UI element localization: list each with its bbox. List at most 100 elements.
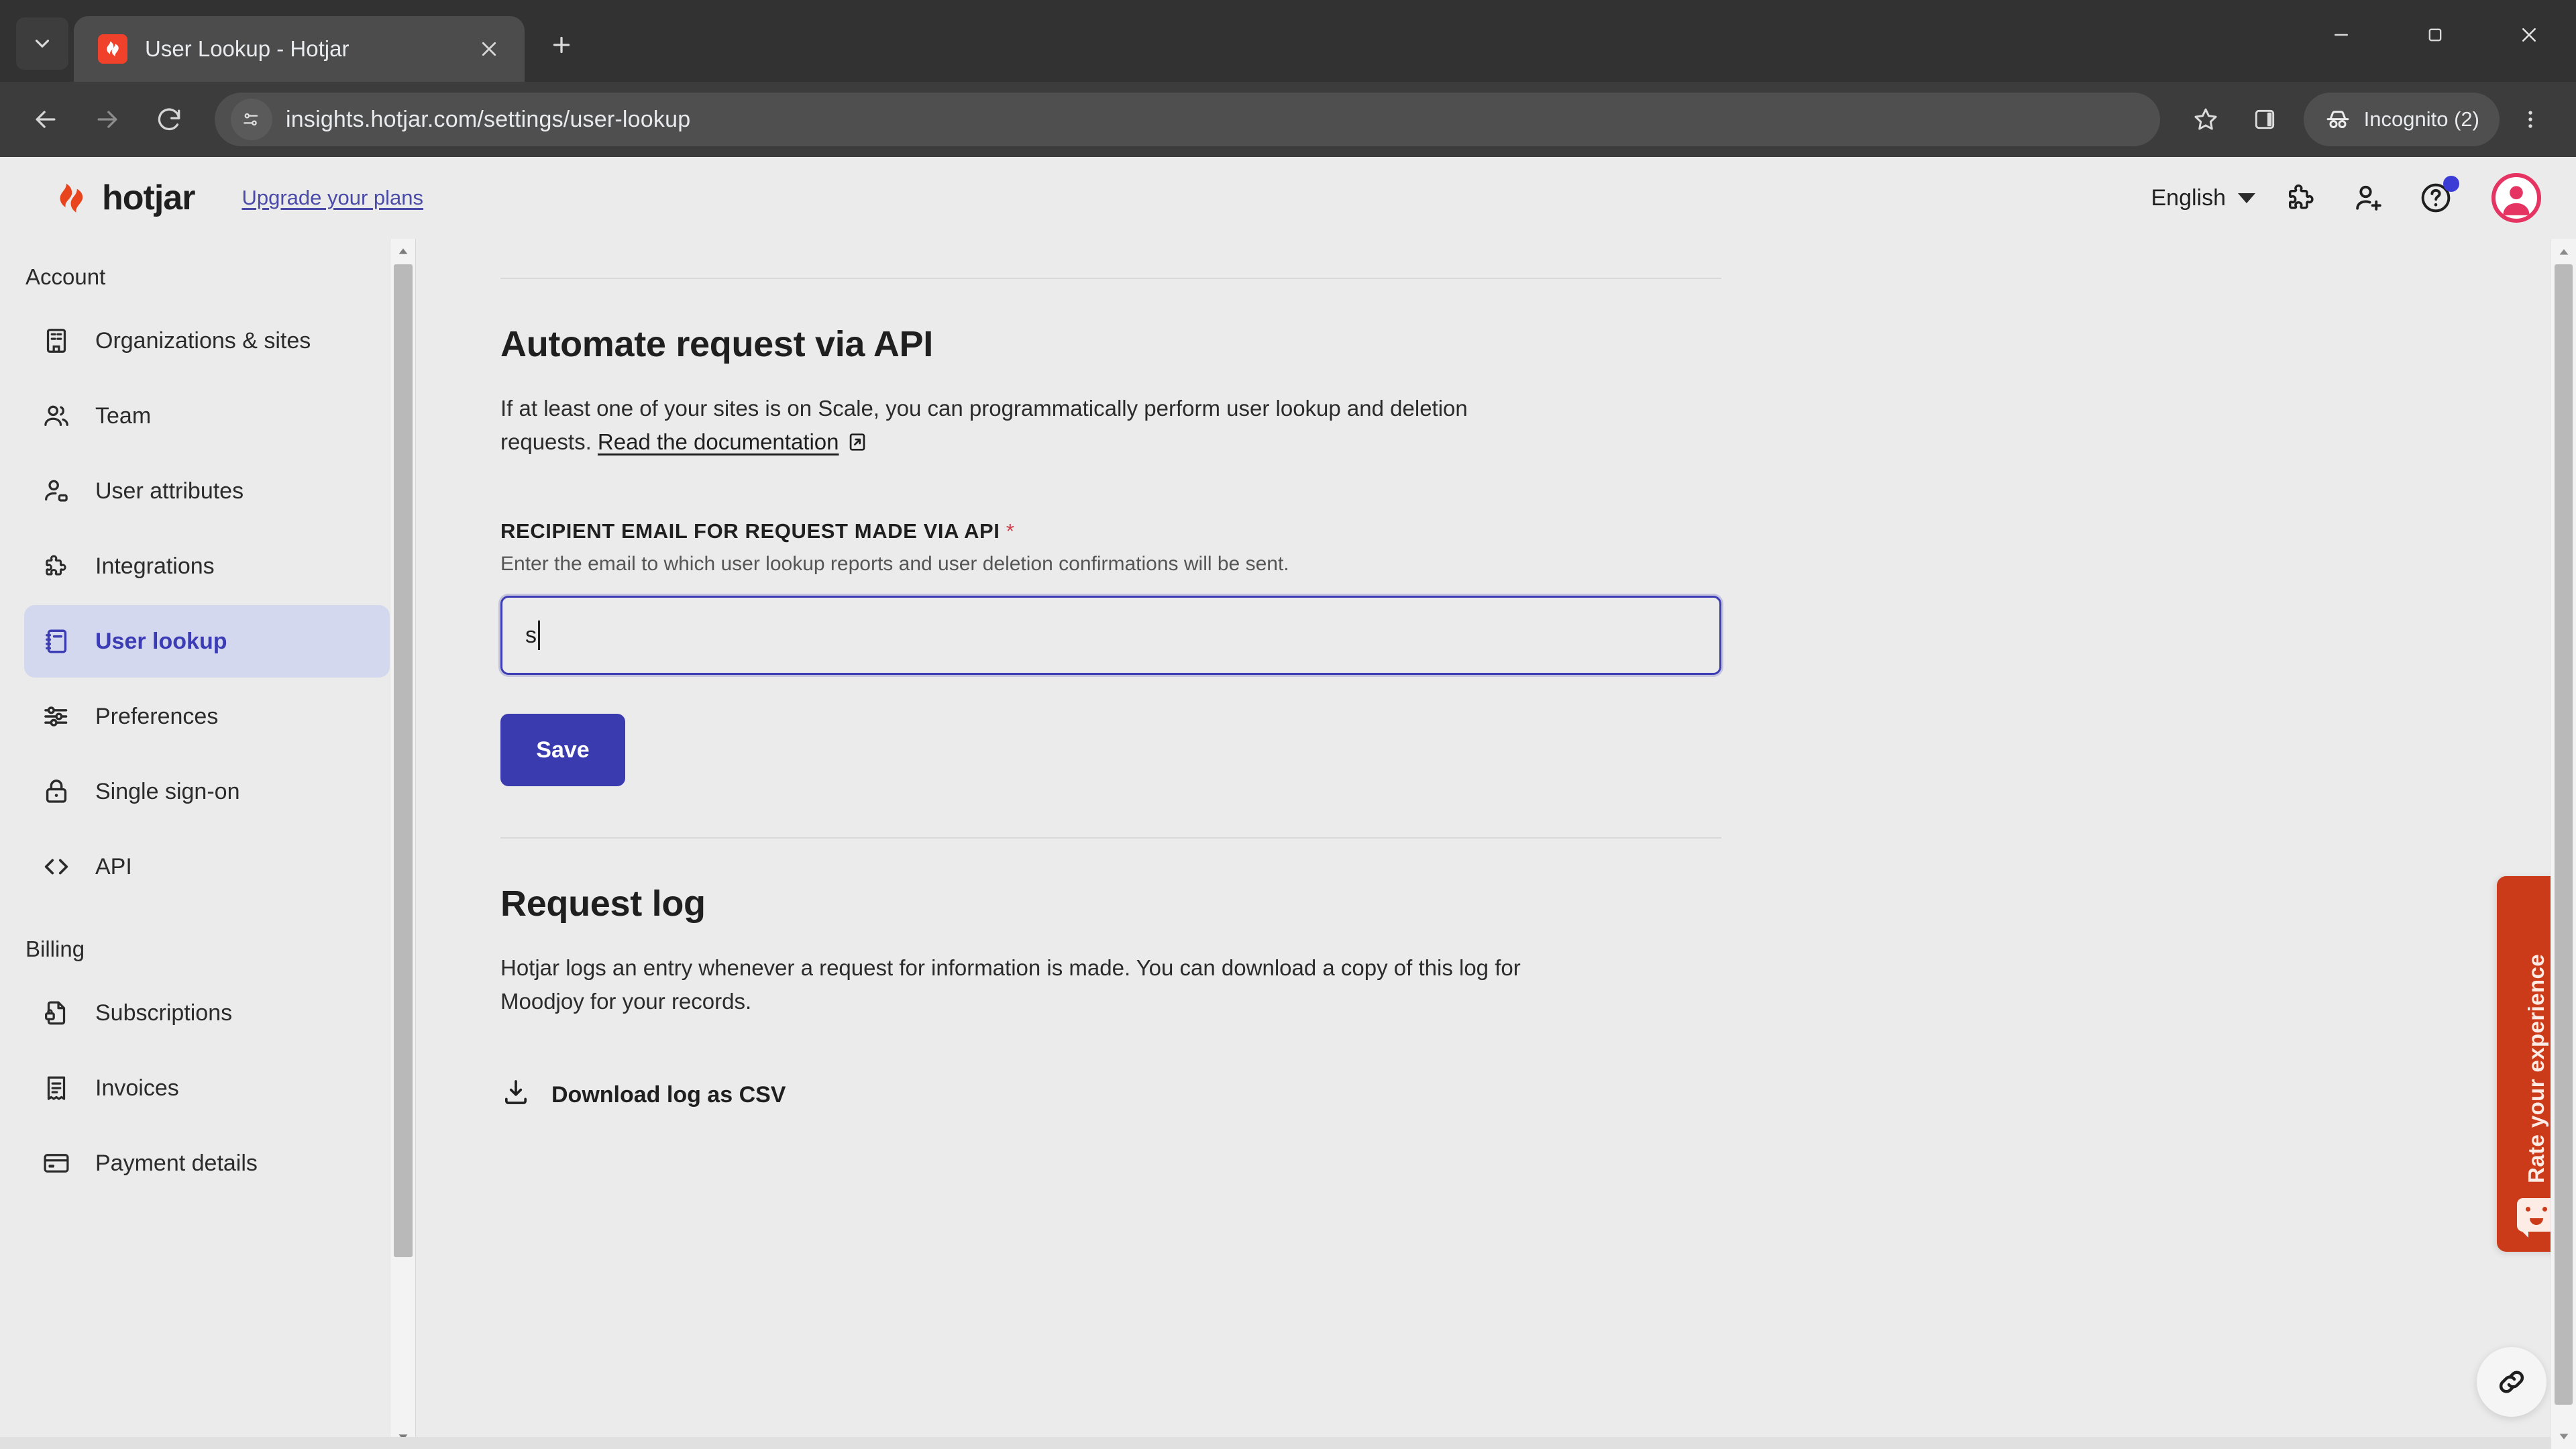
page-scroll-down-button[interactable] [2551,1424,2576,1449]
section-divider-top [500,278,1721,279]
building-icon [40,325,72,357]
sidebar-item-payment-details[interactable]: Payment details [24,1127,390,1199]
sidebar-item-integrations[interactable]: Integrations [24,530,390,602]
page-body: Account Organizations & sites Team User … [0,239,2576,1449]
app-header-right: English [2151,173,2541,223]
language-label: English [2151,184,2226,211]
email-field-label-text: RECIPIENT EMAIL FOR REQUEST MADE VIA API [500,519,1000,543]
extensions-button[interactable] [2281,177,2322,219]
sidebar-scroll-thumb[interactable] [394,264,413,1257]
sliders-icon [40,700,72,733]
hotjar-logo-glyph [107,41,119,57]
sidebar-item-label: Invoices [95,1075,179,1101]
required-marker: * [1006,519,1015,543]
people-icon [40,400,72,432]
toolbar-right: Incognito (2) [2178,91,2559,148]
page-scroll-thumb[interactable] [2555,264,2573,1405]
download-log-csv-button[interactable]: Download log as CSV [500,1077,1892,1114]
browser-menu-button[interactable] [2502,91,2559,148]
incognito-label: Incognito (2) [2363,107,2479,131]
sidebar-item-user-lookup[interactable]: User lookup [24,605,390,678]
avatar[interactable] [2491,173,2541,223]
text-cursor [538,621,540,651]
forward-button[interactable] [79,91,136,148]
incognito-icon [2326,111,2349,129]
sidebar-item-label: Single sign-on [95,778,240,804]
email-field-help: Enter the email to which user lookup rep… [500,553,1289,576]
hotjar-logo[interactable]: hotjar [52,178,195,218]
document-lock-icon [40,997,72,1029]
sidebar-item-api[interactable]: API [24,830,390,903]
browser-window: User Lookup - Hotjar insights.hotjar.com… [0,0,2576,1449]
plus-icon [553,36,570,54]
section-divider-middle [500,837,1721,839]
browser-toolbar: insights.hotjar.com/settings/user-lookup [0,82,2576,157]
back-button[interactable] [17,91,74,148]
page-bottom-strip [0,1437,2576,1449]
copy-link-fab[interactable] [2477,1347,2546,1417]
read-documentation-link[interactable]: Read the documentation [598,429,839,454]
tab-close-button[interactable] [472,32,506,66]
sidebar-item-label: User lookup [95,628,227,654]
api-section-body: If at least one of your sites is on Scal… [500,392,1547,463]
invite-user-button[interactable] [2348,177,2390,219]
sidebar-item-single-sign-on[interactable]: Single sign-on [24,755,390,828]
window-close-button[interactable] [2482,5,2576,64]
download-icon [500,1077,531,1114]
address-bar[interactable]: insights.hotjar.com/settings/user-lookup [215,93,2160,146]
sidebar-item-invoices[interactable]: Invoices [24,1052,390,1124]
external-link-icon [846,429,869,463]
sidebar-item-preferences[interactable]: Preferences [24,680,390,753]
user-avatar-icon [2503,186,2530,215]
sidebar-item-subscriptions[interactable]: Subscriptions [24,977,390,1049]
sidebar-inner: Account Organizations & sites Team User … [0,239,415,1199]
side-panel-button[interactable] [2237,91,2293,148]
page-scrollbar[interactable] [2551,239,2576,1449]
reload-icon [158,108,180,131]
sidebar-item-label: Organizations & sites [95,327,311,354]
sidebar-item-organizations-sites[interactable]: Organizations & sites [24,305,390,377]
sidebar-scroll-up-button[interactable] [390,239,415,263]
maximize-icon [2428,28,2442,42]
url-text: insights.hotjar.com/settings/user-lookup [286,106,691,132]
notification-dot [2443,176,2459,192]
back-arrow-icon [36,111,56,128]
tab-title: User Lookup - Hotjar [145,36,350,61]
sidebar-item-label: Payment details [95,1150,258,1176]
maximize-button[interactable] [2388,5,2482,64]
reload-button[interactable] [141,91,197,148]
sidebar-item-user-attributes[interactable]: User attributes [24,455,390,527]
user-tag-icon [40,475,72,507]
page-viewport: hotjar Upgrade your plans English Accoun… [0,157,2576,1449]
star-icon [2194,108,2217,130]
site-info-button[interactable] [231,99,272,140]
minimize-button[interactable] [2294,5,2388,64]
content-column: Automate request via API If at least one… [416,323,1892,787]
tab-search-button[interactable] [16,17,68,70]
lock-icon [40,775,72,808]
logo-text: hotjar [102,178,195,217]
sidebar-item-label: Team [95,402,152,429]
sidebar-item-label: User attributes [95,478,244,504]
window-controls [2294,5,2576,64]
main-content: Automate request via API If at least one… [416,239,2576,1449]
save-button[interactable]: Save [500,714,625,787]
bookmark-button[interactable] [2178,91,2234,148]
tab-strip: User Lookup - Hotjar [0,0,2576,82]
recipient-email-input[interactable]: s [500,596,1721,676]
language-selector[interactable]: English [2151,185,2255,211]
three-dot-menu-icon [2528,111,2532,128]
request-log-column: Request log Hotjar logs an entry wheneve… [416,883,1892,1113]
upgrade-plans-link[interactable]: Upgrade your plans [241,186,423,210]
sidebar-item-team[interactable]: Team [24,380,390,452]
sidebar-scrollbar[interactable] [390,239,415,1449]
browser-tab[interactable]: User Lookup - Hotjar [74,16,525,82]
sidebar-item-label: Integrations [95,553,215,579]
hotjar-logo-icon [60,183,83,213]
incognito-indicator[interactable]: Incognito (2) [2303,93,2500,146]
page-scroll-up-button[interactable] [2551,239,2576,264]
download-log-label: Download log as CSV [551,1081,786,1108]
help-button[interactable] [2415,176,2459,219]
recipient-email-value: s [525,622,537,648]
new-tab-button[interactable] [538,21,585,68]
